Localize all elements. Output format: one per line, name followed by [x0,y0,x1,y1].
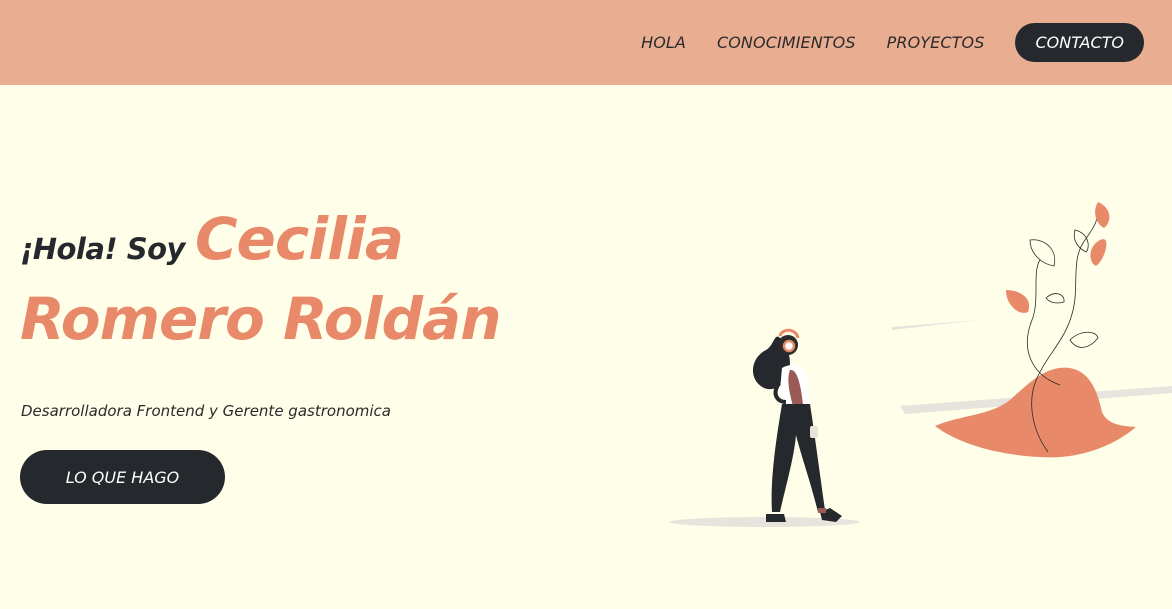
hero-name-last: Romero Roldán [20,285,501,353]
hero-line1: ¡Hola! Soy Cecilia [20,205,500,273]
hero-greeting: ¡Hola! Soy [20,232,185,266]
leaf-orange-1 [1095,202,1110,228]
phone [810,426,818,438]
hero-name-first: Cecilia [194,205,404,273]
leaf-orange-3 [1006,290,1030,313]
nav-link-proyectos[interactable]: PROYECTOS [887,33,985,52]
woman-shoe-left [766,514,786,522]
lo-que-hago-button[interactable]: LO QUE HAGO [20,450,225,504]
leaf-outline-1 [1029,239,1056,267]
woman-with-headphones-and-plant-illustration [670,202,1172,527]
hero-subtitle: Desarrolladora Frontend y Gerente gastro… [21,402,391,420]
headphone-ear [782,339,796,353]
navbar: HOLA CONOCIMIENTOS PROYECTOS CONTACTO [0,0,1172,85]
leaf-outline-4 [1069,331,1099,348]
woman-legs [771,404,825,512]
hero-heading: ¡Hola! Soy Cecilia Romero Roldán [20,205,501,353]
nav-links: HOLA CONOCIMIENTOS PROYECTOS CONTACTO [641,23,1144,62]
plant-stem-2 [1027,259,1061,386]
bg-streak-1 [892,320,978,330]
leaf-outline-3 [1045,293,1065,304]
nav-link-hola[interactable]: HOLA [641,33,686,52]
contacto-button[interactable]: CONTACTO [1015,23,1144,62]
leaf-orange-2 [1090,239,1107,266]
leaf-outline-2 [1073,229,1089,253]
sock-right [818,508,826,513]
nav-link-conocimientos[interactable]: CONOCIMIENTOS [717,33,856,52]
